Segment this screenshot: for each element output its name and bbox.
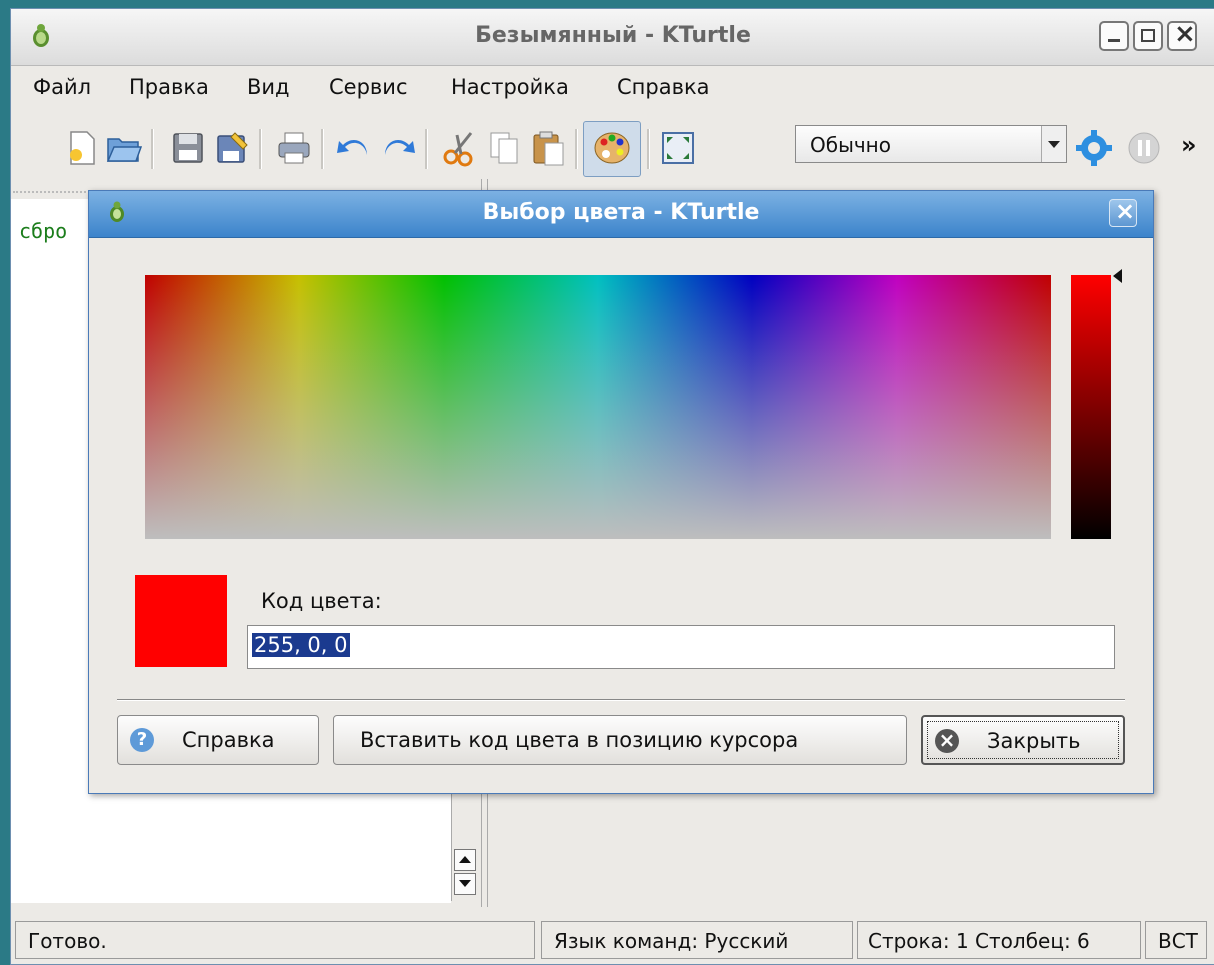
menu-settings[interactable]: Настройка	[451, 75, 569, 99]
scroll-down-button[interactable]	[454, 873, 476, 895]
language-text: Язык команд: Русский	[554, 929, 789, 953]
status-language: Язык команд: Русский	[541, 921, 853, 959]
main-titlebar[interactable]: Безымянный - KTurtle	[11, 9, 1214, 66]
selected-color-swatch	[135, 575, 227, 667]
status-mode: ВСТ	[1145, 921, 1207, 959]
maximize-button[interactable]	[1133, 21, 1163, 51]
hue-saturation-field[interactable]	[145, 275, 1051, 539]
help-button[interactable]: ? Справка	[117, 715, 319, 765]
copy-icon[interactable]	[485, 129, 523, 167]
dialog-title: Выбор цвета - KTurtle	[482, 200, 760, 225]
redo-icon[interactable]	[379, 129, 417, 167]
toolbar-separator	[151, 129, 154, 169]
color-code-label: Код цвета:	[261, 589, 382, 613]
paste-icon[interactable]	[529, 129, 567, 167]
main-window-title: Безымянный - KTurtle	[475, 23, 751, 48]
menu-tools[interactable]: Сервис	[329, 75, 407, 99]
run-gear-icon[interactable]	[1075, 129, 1113, 167]
insert-button-label: Вставить код цвета в позицию курсора	[360, 728, 799, 752]
main-toolbar: Обычно »	[11, 115, 1214, 183]
insert-color-code-button[interactable]: Вставить код цвета в позицию курсора	[333, 715, 907, 765]
menu-file[interactable]: Файл	[33, 75, 91, 99]
toolbar-separator	[321, 129, 324, 169]
speed-select-value: Обычно	[810, 133, 891, 157]
toolbar-overflow[interactable]: »	[1181, 131, 1197, 159]
statusbar: Готово. Язык команд: Русский Строка: 1 С…	[11, 917, 1214, 961]
scroll-up-button[interactable]	[454, 849, 476, 871]
save-as-icon[interactable]	[213, 129, 251, 167]
menu-view[interactable]: Вид	[247, 75, 290, 99]
minimize-button[interactable]	[1099, 21, 1129, 51]
chevron-down-icon[interactable]	[1041, 126, 1066, 162]
speed-select[interactable]: Обычно	[795, 125, 1067, 163]
open-file-icon[interactable]	[105, 129, 143, 167]
value-slider[interactable]	[1071, 275, 1111, 539]
help-button-label: Справка	[182, 728, 275, 752]
print-icon[interactable]	[275, 129, 313, 167]
mode-text: ВСТ	[1158, 929, 1198, 953]
toolbar-separator	[425, 129, 428, 169]
cut-icon[interactable]	[441, 129, 479, 167]
fullscreen-icon[interactable]	[659, 129, 697, 167]
pause-icon[interactable]	[1125, 129, 1163, 167]
color-code-value: 255, 0, 0	[252, 633, 350, 657]
menu-edit[interactable]: Правка	[129, 75, 209, 99]
palette-icon	[594, 132, 630, 164]
value-slider-marker[interactable]	[1113, 269, 1122, 283]
editor-scrollbar[interactable]	[451, 789, 478, 901]
color-code-input[interactable]: 255, 0, 0	[247, 625, 1115, 669]
dialog-divider	[117, 699, 1125, 701]
editor-code-text: сбро	[19, 219, 68, 243]
menubar: Файл Правка Вид Сервис Настройка Справка	[11, 69, 1214, 113]
close-button[interactable]: × Закрыть	[921, 715, 1125, 765]
status-text: Готово.	[28, 929, 107, 953]
dialog-close-icon[interactable]	[1109, 197, 1137, 227]
close-button-label: Закрыть	[987, 729, 1081, 753]
position-text: Строка: 1 Столбец: 6	[868, 929, 1090, 953]
color-picker-dialog: Выбор цвета - KTurtle Код цвета: 255, 0,…	[88, 190, 1154, 794]
toolbar-separator	[575, 129, 578, 169]
close-window-button[interactable]	[1167, 19, 1197, 51]
toolbar-separator	[647, 129, 650, 169]
color-picker-button[interactable]	[583, 121, 641, 177]
undo-icon[interactable]	[335, 129, 373, 167]
close-icon: ×	[935, 729, 959, 753]
new-file-icon[interactable]	[63, 129, 101, 167]
status-position: Строка: 1 Столбец: 6	[857, 921, 1141, 959]
menu-help[interactable]: Справка	[617, 75, 710, 99]
dialog-titlebar[interactable]: Выбор цвета - KTurtle	[89, 191, 1153, 238]
help-icon: ?	[130, 728, 154, 752]
status-message: Готово.	[15, 921, 535, 959]
save-icon[interactable]	[169, 129, 207, 167]
toolbar-separator	[259, 129, 262, 169]
